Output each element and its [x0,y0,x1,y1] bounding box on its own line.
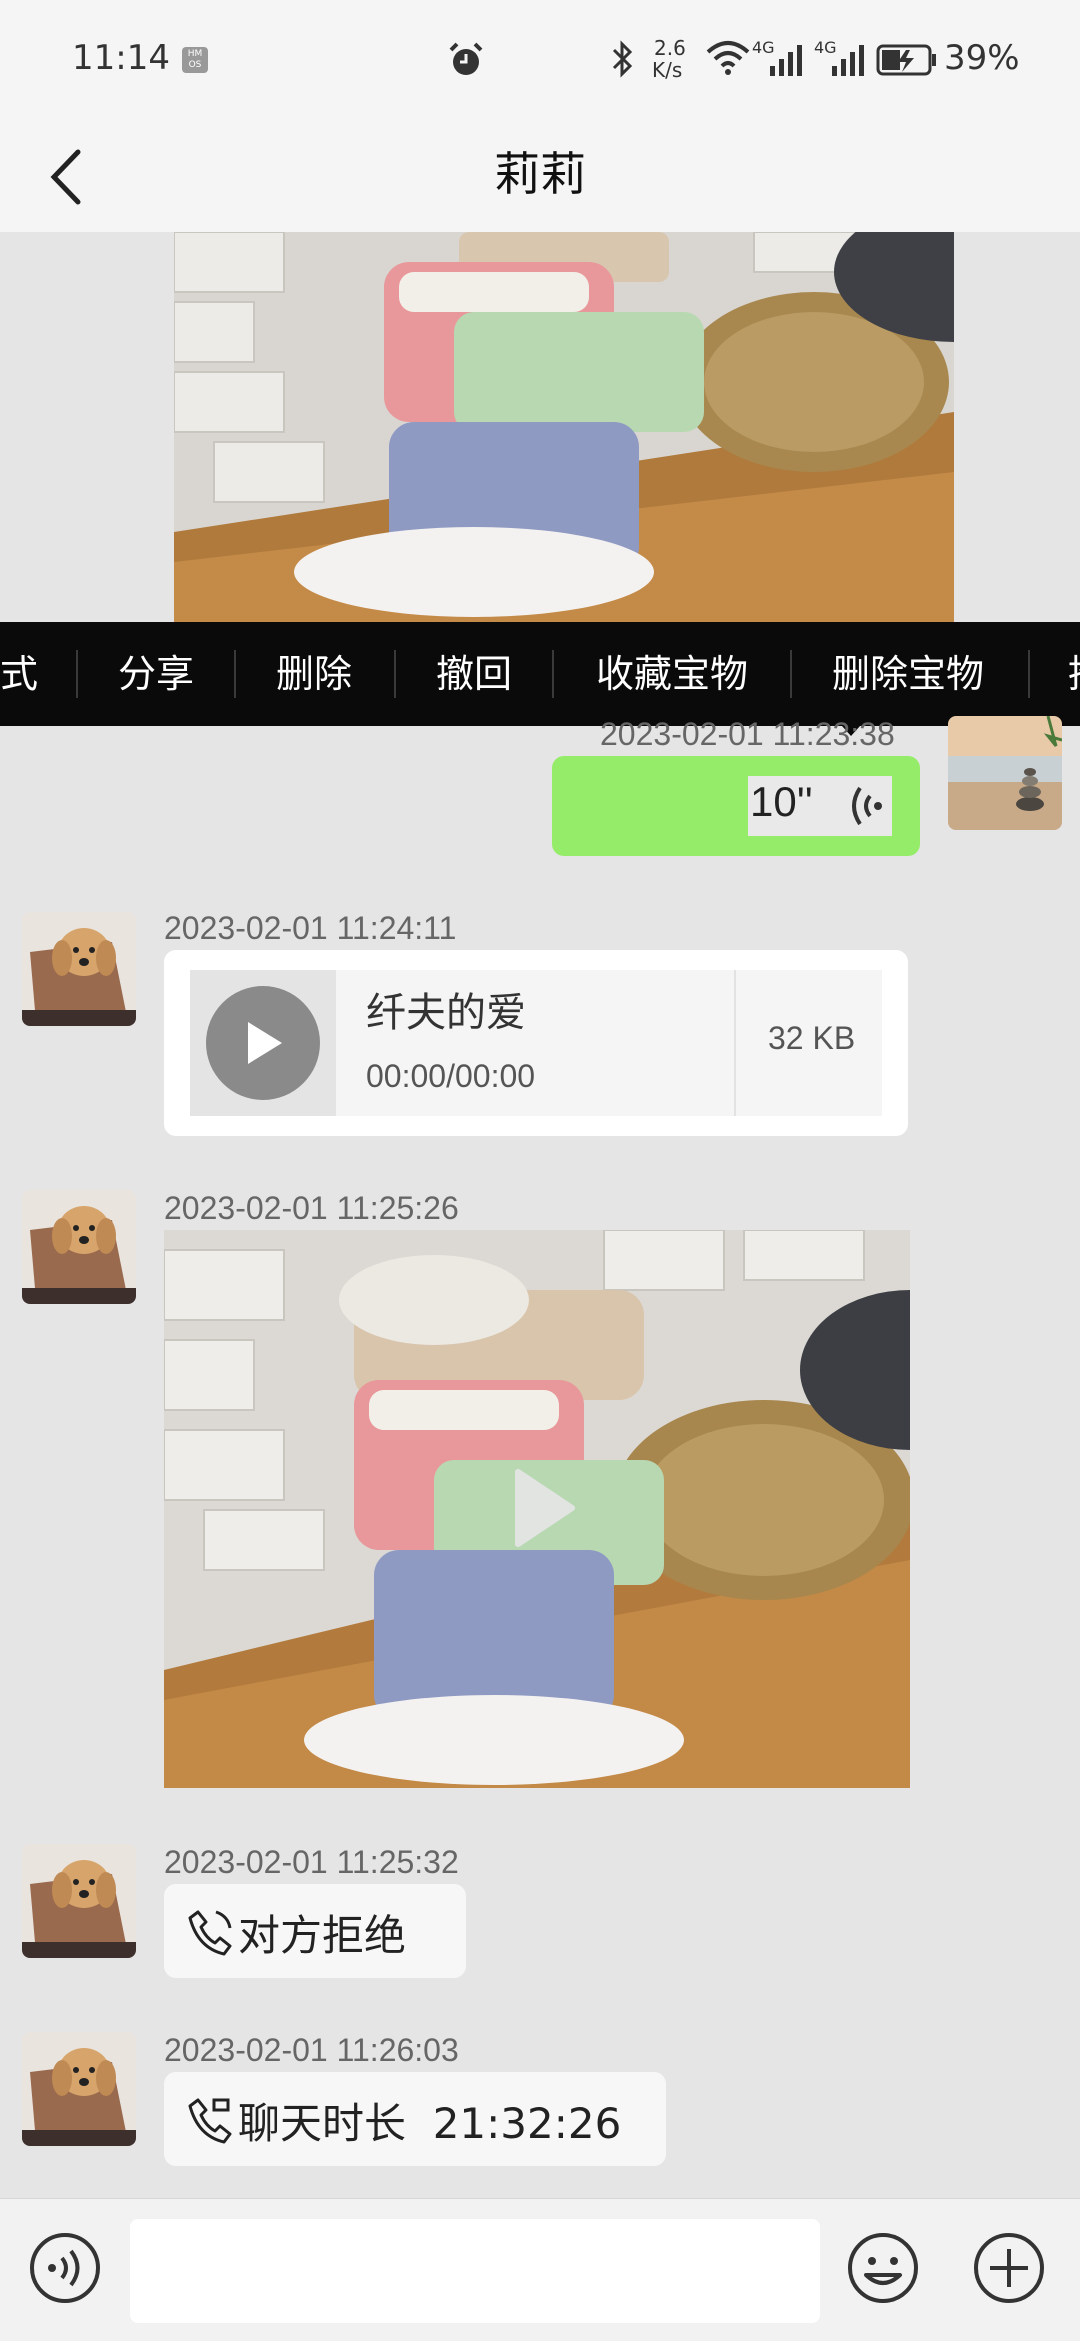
menu-item-share[interactable]: 分享 [118,622,194,726]
battery-icon [876,44,936,76]
input-bar [0,2198,1080,2341]
audio-cover [190,970,336,1116]
message-timestamp: 2023-02-01 11:25:26 [164,1190,459,1226]
call-status-text: 对方拒绝 [238,1911,407,1960]
audio-divider [734,970,736,1116]
voice-message-bubble[interactable]: 10'' [552,756,920,856]
audio-file-inner: 纤夫的爱 00:00/00:00 32 KB [190,970,882,1116]
message-input[interactable] [130,2219,820,2323]
battery-percent: 39% [944,38,1020,78]
menu-item-delete-favorite[interactable]: 删除宝物 [832,622,984,726]
avatar[interactable] [948,716,1062,830]
status-time: 11:14 [72,38,170,78]
storage-rack-photo [174,232,954,622]
menu-item-mode[interactable]: 式 [0,622,38,726]
avatar[interactable] [22,912,136,1026]
status-bar: 11:14 HM OS 2.6 K/s 4G 4G 39% [0,0,1080,120]
menu-divider [234,650,236,698]
video-message[interactable] [164,1230,910,1788]
menu-divider [76,650,78,698]
phone-icon [188,2098,232,2144]
audio-file-card[interactable]: 纤夫的爱 00:00/00:00 32 KB [164,950,908,1136]
net-speed-value: 2.6 [654,36,686,60]
puppy-avatar [22,1844,136,1958]
net-speed-unit: K/s [652,58,683,82]
bluetooth-icon [612,40,633,78]
beach-stones-avatar [948,716,1062,830]
menu-item-more[interactable]: 推 [1068,622,1080,726]
menu-divider [552,650,554,698]
voice-duration: 10'' [750,778,813,825]
voice-wave-icon [852,786,882,826]
message-timestamp: 2023-02-01 11:24:11 [164,910,457,946]
puppy-avatar [22,1190,136,1304]
message-timestamp: 2023-02-01 11:25:32 [164,1844,459,1880]
audio-time: 00:00/00:00 [366,1058,536,1094]
menu-item-recall[interactable]: 撤回 [436,622,512,726]
os-badge: HM OS [182,47,208,73]
signal-icon [832,45,864,76]
menu-item-delete[interactable]: 删除 [276,622,352,726]
emoji-icon[interactable] [846,2231,920,2305]
voice-input-icon[interactable] [28,2231,102,2305]
call-message-bubble[interactable]: 聊天时长 21:32:26 [164,2072,666,2166]
menu-divider [394,650,396,698]
menu-item-favorite[interactable]: 收藏宝物 [596,622,748,726]
play-icon[interactable] [510,1466,580,1550]
audio-title: 纤夫的爱 [366,990,526,1036]
menu-divider [790,650,792,698]
call-duration-text: 聊天时长 21:32:26 [238,2099,622,2148]
plus-icon[interactable] [972,2231,1046,2305]
nav-bar: 莉莉 [0,120,1080,232]
wifi-icon [706,41,750,75]
message-timestamp: 2023-02-01 11:26:03 [164,2032,459,2068]
puppy-avatar [22,2032,136,2146]
audio-size: 32 KB [768,1020,856,1056]
context-menu: 式 分享 删除 撤回 收藏宝物 删除宝物 推 [0,622,1080,726]
avatar[interactable] [22,2032,136,2146]
page-title: 莉莉 [494,147,586,201]
phone-icon [188,1910,232,1956]
play-button[interactable] [206,986,320,1100]
menu-divider [1028,650,1030,698]
avatar[interactable] [22,1190,136,1304]
avatar[interactable] [22,1844,136,1958]
play-icon [248,1022,282,1064]
signal-icon [770,45,802,76]
image-message[interactable] [174,232,954,622]
puppy-avatar [22,912,136,1026]
alarm-icon [449,42,483,75]
call-message-bubble[interactable]: 对方拒绝 [164,1884,466,1978]
message-timestamp: 2023-02-01 11:23:38 [600,716,895,752]
